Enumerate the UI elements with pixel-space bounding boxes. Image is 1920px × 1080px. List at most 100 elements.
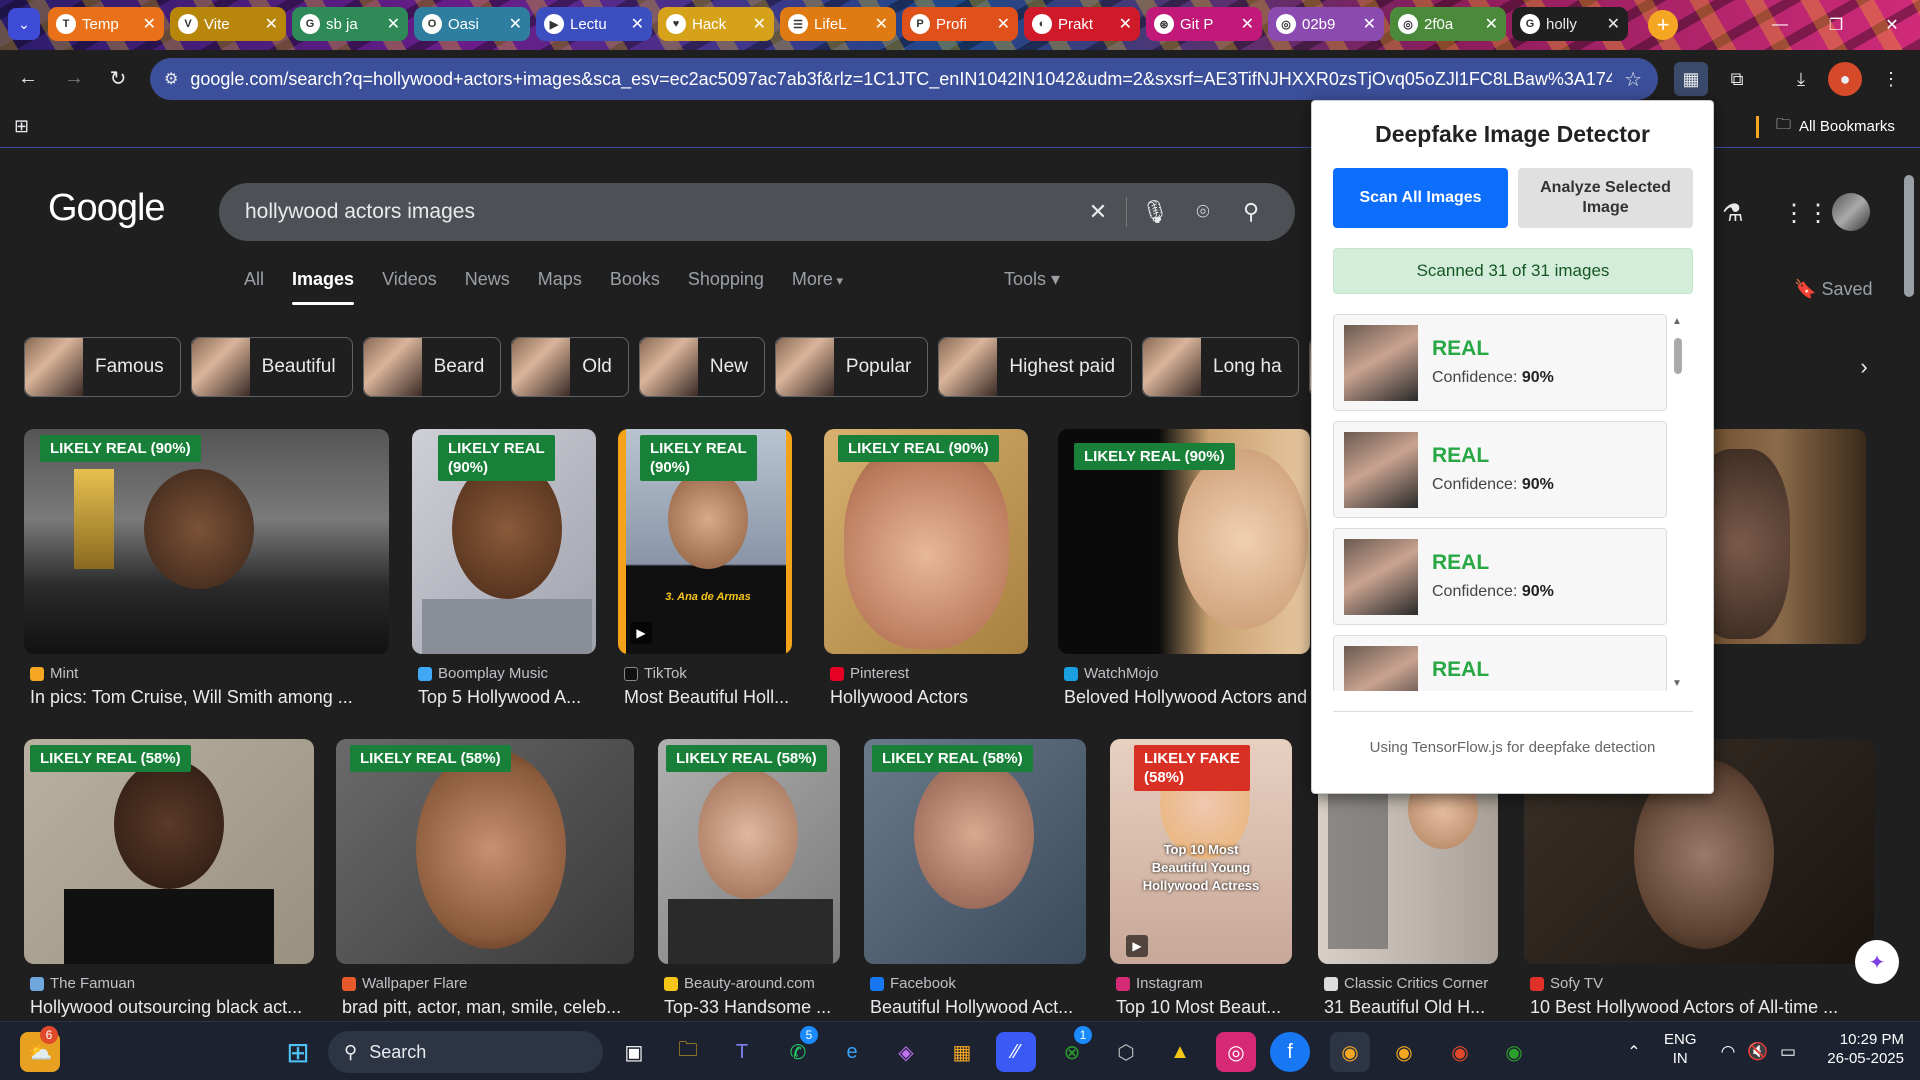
refinement-chip[interactable]: Popular — [774, 337, 929, 397]
address-url[interactable]: google.com/search?q=hollywood+actors+ima… — [190, 69, 1612, 90]
tab-close-icon[interactable]: ✕ — [1607, 14, 1620, 34]
restore-icon[interactable]: ❐ — [1808, 0, 1864, 50]
deepfake-extension-icon[interactable]: ▦ — [1674, 62, 1708, 96]
google-logo[interactable]: Google — [48, 187, 166, 230]
browser-tab[interactable]: ⊛ Git P ✕ — [1146, 7, 1262, 41]
search-query[interactable]: hollywood actors images — [245, 200, 1074, 224]
tab-close-icon[interactable]: ✕ — [1241, 14, 1254, 34]
result-image[interactable] — [864, 739, 1086, 964]
result-title[interactable]: Hollywood outsourcing black act... — [30, 997, 320, 1018]
scroll-down-icon[interactable]: ▼ — [1672, 678, 1682, 689]
search-icon[interactable]: ⚲ — [1227, 188, 1275, 236]
tray-expand-icon[interactable]: ⌃ — [1614, 1032, 1654, 1072]
browser-tab[interactable]: V Vite ✕ — [170, 7, 286, 41]
tools-button[interactable]: Tools ▾ — [1004, 269, 1060, 290]
tab-more[interactable]: More ▾ — [778, 261, 857, 305]
labs-flask-icon[interactable]: ⚗ — [1722, 199, 1744, 228]
scan-result-item[interactable]: REAL Confidence: 90% — [1333, 314, 1667, 411]
reload-icon[interactable]: ↻ — [104, 64, 132, 92]
result-image[interactable] — [824, 429, 1028, 654]
chevron-right-icon[interactable]: › — [1846, 349, 1882, 385]
result-title[interactable]: 31 Beautiful Old H... — [1324, 997, 1504, 1018]
refinement-chip[interactable]: New — [638, 337, 765, 397]
edge-icon[interactable]: e — [832, 1032, 872, 1072]
tab-close-icon[interactable]: ✕ — [509, 14, 522, 34]
tab-close-icon[interactable]: ✕ — [753, 14, 766, 34]
result-source[interactable]: The Famuan — [30, 975, 135, 992]
refinement-chip[interactable]: Old — [511, 337, 629, 397]
tab-shopping[interactable]: Shopping — [674, 261, 778, 305]
result-source[interactable]: Classic Critics Corner — [1324, 975, 1488, 992]
result-title[interactable]: In pics: Tom Cruise, Will Smith among ..… — [30, 687, 390, 708]
tab-close-icon[interactable]: ✕ — [1363, 14, 1376, 34]
forward-icon[interactable]: → — [60, 64, 88, 92]
scan-all-images-button[interactable]: Scan All Images — [1333, 168, 1508, 228]
browser-tab[interactable]: ♥ Hack ✕ — [658, 7, 774, 41]
result-source[interactable]: Instagram — [1116, 975, 1203, 992]
microphone-icon[interactable]: 🎙 — [1131, 188, 1179, 236]
results-scrollbar[interactable]: ▲ ▼ — [1670, 314, 1686, 691]
tab-close-icon[interactable]: ✕ — [997, 14, 1010, 34]
new-tab-button[interactable]: + — [1648, 10, 1678, 40]
bookmark-star-icon[interactable]: ☆ — [1624, 67, 1642, 92]
download-icon[interactable]: ⤓ — [1784, 62, 1818, 96]
refinement-chip[interactable]: Highest paid — [938, 337, 1133, 397]
account-avatar[interactable] — [1832, 193, 1870, 231]
tab-close-icon[interactable]: ✕ — [265, 14, 278, 34]
page-scrollbar[interactable] — [1900, 149, 1920, 1021]
browser-tab[interactable]: ☰ LifeL ✕ — [780, 7, 896, 41]
saved-button[interactable]: 🔖 Saved — [1794, 279, 1872, 300]
result-source[interactable]: Beauty-around.com — [664, 975, 815, 992]
browser-tab[interactable]: ◎ 02b9 ✕ — [1268, 7, 1384, 41]
result-card[interactable]: Top 10 Most Beautiful Young Hollywood Ac… — [1110, 739, 1292, 1019]
scan-result-item[interactable]: REAL — [1333, 635, 1667, 691]
result-card[interactable]: LIKELY REAL (90%) Mint In pics: Tom Crui… — [24, 429, 389, 709]
result-card[interactable]: LIKELY REAL (90%) WatchMojo Beloved Holl… — [1058, 429, 1310, 709]
extensions-icon[interactable]: ⧉ — [1720, 62, 1754, 96]
apps-grid-icon[interactable]: ⊞ — [14, 116, 29, 137]
lens-camera-icon[interactable]: ⌾ — [1179, 188, 1227, 236]
refinement-chip[interactable]: Beautiful — [190, 337, 353, 397]
result-image[interactable] — [658, 739, 840, 964]
file-explorer-icon[interactable]: 🗀 — [668, 1032, 708, 1072]
scan-results-list[interactable]: REAL Confidence: 90% REAL Confidence: 90% RE… — [1333, 314, 1683, 691]
teams-icon[interactable]: T — [722, 1032, 762, 1072]
tab-close-icon[interactable]: ✕ — [1119, 14, 1132, 34]
instagram-icon[interactable]: ◎ — [1216, 1032, 1256, 1072]
back-icon[interactable]: ← — [14, 64, 42, 92]
chrome-icon[interactable]: ◉ — [1330, 1032, 1370, 1072]
result-title[interactable]: Top 5 Hollywood A... — [418, 687, 602, 708]
site-info-icon[interactable]: ⚙ — [164, 69, 178, 89]
result-title[interactable]: Beloved Hollywood Actors and — [1064, 687, 1314, 708]
battery-icon[interactable]: ▭ — [1768, 1032, 1808, 1072]
result-title[interactable]: Most Beautiful Holl... — [624, 687, 804, 708]
result-title[interactable]: Beautiful Hollywood Act... — [870, 997, 1092, 1018]
result-title[interactable]: Top 10 Most Beaut... — [1116, 997, 1298, 1018]
refinement-chip[interactable]: Long ha — [1142, 337, 1299, 397]
result-source[interactable]: TikTok — [624, 665, 687, 682]
unity-icon[interactable]: ⬡ — [1106, 1032, 1146, 1072]
browser-tab[interactable]: O Oasi ✕ — [414, 7, 530, 41]
task-view-icon[interactable]: ▣ — [614, 1032, 654, 1072]
app-triangle-icon[interactable]: ▲ — [1160, 1032, 1200, 1072]
refinement-chip[interactable]: Beard — [362, 337, 502, 397]
browser-tab[interactable]: Gsb ja ✕ — [292, 7, 408, 41]
tab-images[interactable]: Images — [278, 261, 368, 305]
browser-tab[interactable]: T Temp ✕ — [48, 7, 164, 41]
tab-books[interactable]: Books — [596, 261, 674, 305]
assistant-icon[interactable]: ✦ — [1855, 940, 1899, 984]
chrome-profile-icon[interactable]: ◉ — [1384, 1032, 1424, 1072]
tab-videos[interactable]: Videos — [368, 261, 451, 305]
chrome-profile-icon[interactable]: ◉ — [1440, 1032, 1480, 1072]
result-source[interactable]: Facebook — [870, 975, 956, 992]
result-source[interactable]: Mint — [30, 665, 78, 682]
language-indicator[interactable]: ENG IN — [1664, 1030, 1697, 1068]
result-source[interactable]: WatchMojo — [1064, 665, 1158, 682]
tab-all[interactable]: All — [230, 261, 278, 305]
refinement-chip[interactable]: Famous — [24, 337, 181, 397]
profile-avatar-icon[interactable]: ● — [1828, 62, 1862, 96]
copilot-icon[interactable]: ◈ — [886, 1032, 926, 1072]
close-window-icon[interactable]: ✕ — [1864, 0, 1920, 50]
browser-tab[interactable]: Gholly ✕ — [1512, 7, 1628, 41]
tab-search-menu-button[interactable]: ⌄ — [8, 8, 40, 40]
